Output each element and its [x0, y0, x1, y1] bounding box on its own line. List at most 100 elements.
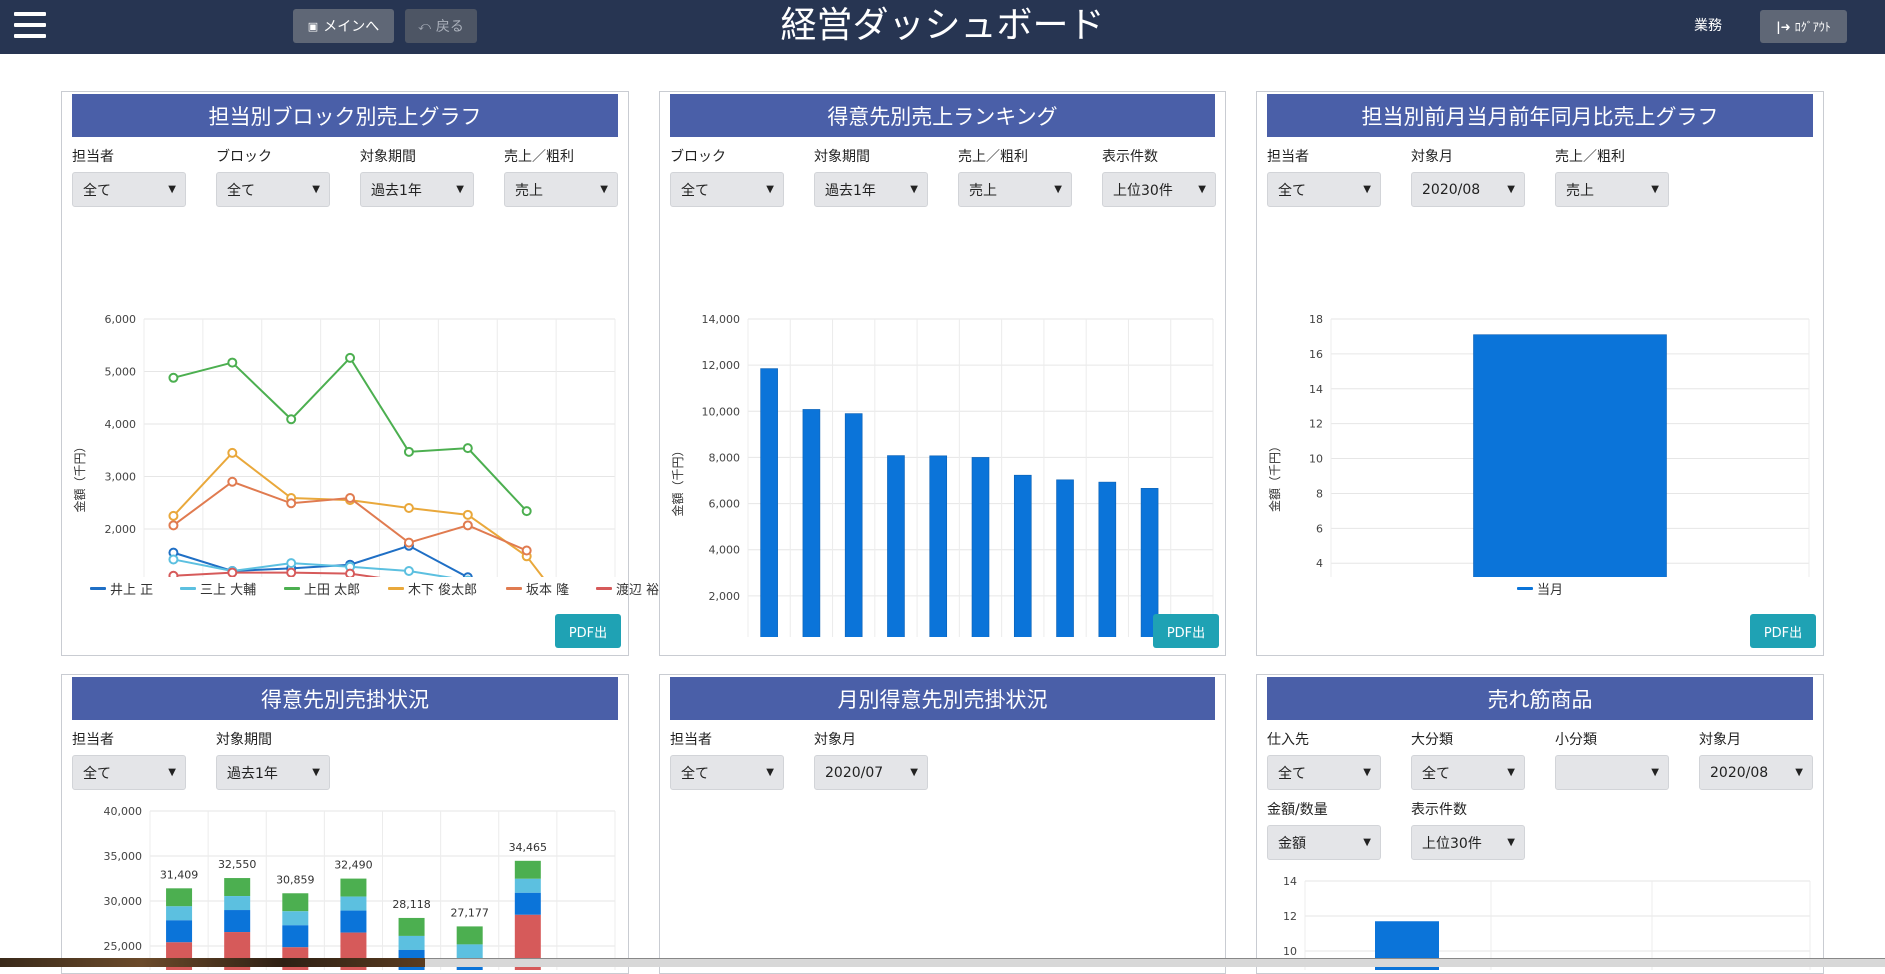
legend-swatch	[388, 587, 404, 590]
select-value: 全て	[83, 182, 111, 199]
data-point	[403, 503, 414, 513]
caret-down-icon: ▼	[1651, 767, 1659, 778]
panel-title: 得意先別売上ランキング	[670, 94, 1215, 137]
block-select[interactable]: 全て ▼	[216, 172, 330, 207]
block-select[interactable]: 全て ▼	[670, 172, 784, 207]
minor-category-select[interactable]: ▼	[1555, 755, 1669, 790]
caret-down-icon: ▼	[1507, 767, 1515, 778]
data-point	[521, 506, 532, 517]
legend-label: 三上 大輔	[200, 583, 257, 598]
filter-label: 売上／粗利	[958, 149, 1028, 165]
top-bar: ▣ メインへ ⤺ 戻る 経営ダッシュボード 業務 |➜ ﾛｸﾞｱｳﾄ	[0, 0, 1885, 54]
data-point	[227, 447, 238, 458]
filter-label: 対象月	[814, 732, 856, 748]
supplier-select[interactable]: 全て ▼	[1267, 755, 1381, 790]
data-point	[521, 545, 532, 556]
bar-segment	[456, 926, 483, 945]
bar-chart: 10 12 14	[1283, 875, 1811, 970]
filter-label: ブロック	[216, 149, 272, 165]
staff-select[interactable]: 全て ▼	[1267, 172, 1381, 207]
data-point	[168, 570, 179, 577]
data-point	[345, 352, 356, 363]
data-point	[168, 372, 179, 383]
bar-segment	[282, 893, 309, 912]
period-select[interactable]: 過去1年 ▼	[814, 172, 928, 207]
data-point	[403, 446, 414, 457]
y-tick-label: 3,000	[105, 471, 137, 484]
bar-segment	[340, 878, 367, 897]
caret-down-icon: ▼	[766, 767, 774, 778]
data-point	[462, 443, 473, 454]
count-select[interactable]: 上位30件 ▼	[1102, 172, 1216, 207]
select-value: 全て	[83, 765, 111, 782]
y-tick-label: 12	[1309, 418, 1323, 431]
y-axis-title: 金額（千円）	[72, 440, 87, 512]
month-select[interactable]: 2020/07 ▼	[814, 755, 928, 790]
bar-segment	[224, 878, 251, 897]
y-tick-label: 25,000	[104, 940, 143, 953]
sales-profit-select[interactable]: 売上 ▼	[504, 172, 618, 207]
select-value: 売上	[1566, 182, 1594, 199]
data-point	[403, 537, 414, 548]
sales-profit-select[interactable]: 売上 ▼	[958, 172, 1072, 207]
caret-down-icon: ▼	[456, 184, 464, 195]
data-label: 34,465	[509, 841, 548, 854]
y-tick-label: 35,000	[104, 850, 143, 863]
y-tick-label: 40,000	[104, 805, 143, 818]
series-line	[173, 356, 528, 512]
y-tick-label: 1,000	[105, 576, 137, 578]
legend-item: 当月	[1517, 579, 1563, 598]
y-tick-label: 18	[1309, 313, 1323, 326]
month-select[interactable]: 2020/08 ▼	[1699, 755, 1813, 790]
panel-sales-by-block: 担当別ブロック別売上グラフ 担当者 全て ▼ ブロック 全て ▼ 対象期間 過去1年…	[61, 91, 672, 656]
count-select[interactable]: 上位30件 ▼	[1411, 825, 1525, 860]
select-value: 全て	[1422, 765, 1450, 782]
bar-segment	[282, 911, 309, 926]
pdf-button[interactable]: PDF出	[1153, 614, 1219, 648]
period-select[interactable]: 過去1年 ▼	[360, 172, 474, 207]
pdf-button[interactable]: PDF出	[1750, 614, 1816, 648]
legend-swatch	[284, 587, 300, 590]
logout-button[interactable]: |➜ ﾛｸﾞｱｳﾄ	[1760, 10, 1847, 43]
amount-quantity-select[interactable]: 金額 ▼	[1267, 825, 1381, 860]
y-tick-label: 8	[1316, 487, 1323, 500]
select-value: 2020/07	[825, 764, 884, 781]
select-value: 金額	[1278, 835, 1306, 852]
data-point	[462, 509, 473, 520]
filter-label: 大分類	[1411, 732, 1453, 748]
staff-select[interactable]: 全て ▼	[72, 755, 186, 790]
month-select[interactable]: 2020/08 ▼	[1411, 172, 1525, 207]
pdf-button[interactable]: PDF出	[555, 614, 621, 648]
y-tick-label: 6,000	[105, 313, 137, 326]
series-line	[172, 480, 528, 552]
filter-label: 対象月	[1411, 149, 1453, 165]
y-tick-label: 8,000	[709, 451, 741, 464]
y-tick-label: 10	[1283, 945, 1297, 958]
staff-select[interactable]: 全て ▼	[670, 755, 784, 790]
legend-label: 井上 正	[110, 583, 154, 598]
data-point	[227, 476, 238, 487]
filter-label: 小分類	[1555, 732, 1597, 748]
staff-select[interactable]: 全て ▼	[72, 172, 186, 207]
filter-label: 対象月	[1699, 732, 1741, 748]
select-value: 全て	[1278, 182, 1306, 199]
bar-segment	[166, 906, 193, 921]
data-point	[286, 414, 297, 425]
legend-item: 坂本 隆	[506, 579, 569, 598]
major-category-select[interactable]: 全て ▼	[1411, 755, 1525, 790]
bar-segment	[514, 878, 541, 893]
logout-icon: |➜	[1776, 19, 1791, 34]
panel-title: 得意先別売掛状況	[72, 677, 618, 720]
bar	[971, 457, 990, 637]
period-select[interactable]: 過去1年 ▼	[216, 755, 330, 790]
select-value: 上位30件	[1422, 835, 1482, 852]
filter-label: 売上／粗利	[1555, 149, 1625, 165]
panel-title: 担当別ブロック別売上グラフ	[72, 94, 618, 137]
data-point	[464, 575, 472, 577]
caret-down-icon: ▼	[168, 184, 176, 195]
sales-profit-select[interactable]: 売上 ▼	[1555, 172, 1669, 207]
caret-down-icon: ▼	[1363, 767, 1371, 778]
line-chart: 01,0002,0003,0004,0005,0006,000金額（千円）201…	[72, 313, 616, 578]
legend-swatch	[1517, 587, 1533, 590]
bar-segment	[340, 896, 367, 911]
